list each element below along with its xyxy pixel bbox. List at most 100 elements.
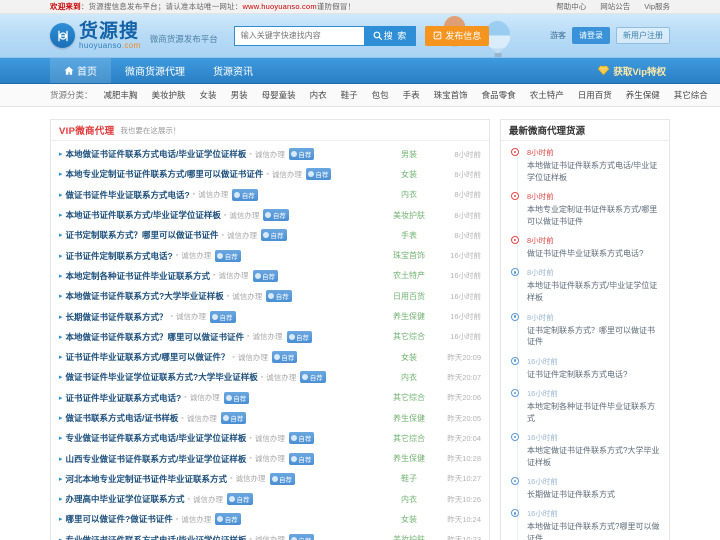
listing-row[interactable]: ▸ 证书证件定制联系方式电话? ▪ 诚信办理 自荐 珠宝首饰 16小时前 <box>51 245 489 265</box>
listing-row[interactable]: ▸ 专业做证书证件联系方式电话/毕业证学位证样板 ▪ 诚信办理 自荐 其它综合 昨天20:0… <box>51 428 489 448</box>
listing-badge[interactable]: 自荐 <box>288 533 315 540</box>
listing-title[interactable]: 证书证件毕业证联系方式电话? <box>66 392 182 404</box>
category-item-8[interactable]: 手表 <box>396 89 427 101</box>
category-item-9[interactable]: 珠宝首饰 <box>427 89 475 101</box>
category-item-13[interactable]: 养生保健 <box>619 89 667 101</box>
timeline-item[interactable]: 8小时前 做证书证件毕业证联系方式电话? <box>511 235 661 260</box>
listing-category[interactable]: 养生保健 <box>383 453 435 464</box>
timeline-item[interactable]: 16小时前 长期做证书证件联系方式 <box>511 476 661 501</box>
timeline-text[interactable]: 证书定制联系方式？哪里可以做证书证件 <box>527 326 655 347</box>
listing-row[interactable]: ▸ 证书定制联系方式？哪里可以做证书证件 ▪ 诚信办理 自荐 手表 8小时前 <box>51 225 489 245</box>
site-notice-link[interactable]: 网站公告 <box>600 1 630 12</box>
timeline-item[interactable]: 8小时前 证书定制联系方式？哪里可以做证书证件 <box>511 312 661 349</box>
listing-badge[interactable]: 自荐 <box>223 391 250 404</box>
category-item-10[interactable]: 食品零食 <box>475 89 523 101</box>
listing-row[interactable]: ▸ 本地做证书证件联系方式电话/毕业证学位证样板 ▪ 诚信办理 自荐 男装 8小时前 <box>51 144 489 164</box>
timeline-item[interactable]: 16小时前 证书证件定制联系方式电话? <box>511 356 661 381</box>
listing-badge[interactable]: 自荐 <box>288 148 315 161</box>
listing-title[interactable]: 专业做证书证件联系方式电话/毕业证学位证样板 <box>66 432 247 444</box>
listing-row[interactable]: ▸ 哪里可以做证件?做证书证件 ▪ 诚信办理 自荐 女装 昨天10:24 <box>51 509 489 529</box>
help-center-link[interactable]: 帮助中心 <box>556 1 586 12</box>
listing-category[interactable]: 其它综合 <box>383 392 435 403</box>
timeline-item[interactable]: 16小时前 本地定制各种证书证件毕业证联系方式 <box>511 388 661 425</box>
category-item-5[interactable]: 内衣 <box>303 89 334 101</box>
listing-category[interactable]: 手表 <box>383 230 435 241</box>
listing-badge[interactable]: 自荐 <box>220 412 247 424</box>
timeline-item[interactable]: 16小时前 本地定做证书证件联系方式?大学毕业证样板 <box>511 432 661 469</box>
listing-row[interactable]: ▸ 做证书证件毕业证学位证联系方式?大学毕业证样板 ▪ 诚信办理 自荐 内衣 昨天20:07 <box>51 367 489 387</box>
timeline-text[interactable]: 证书证件定制联系方式电话? <box>527 370 627 379</box>
timeline-text[interactable]: 本地做证书证件联系方式?哪里可以做证件 <box>527 522 659 540</box>
category-item-2[interactable]: 女装 <box>193 89 224 101</box>
search-button[interactable]: 搜 索 <box>363 25 417 46</box>
listing-category[interactable]: 女装 <box>383 169 435 180</box>
listing-category[interactable]: 内衣 <box>383 372 435 383</box>
listing-row[interactable]: ▸ 做证书证件毕业证联系方式电话? ▪ 诚信办理 自荐 内衣 8小时前 <box>51 185 489 205</box>
category-item-12[interactable]: 日用百货 <box>571 89 619 101</box>
listing-title[interactable]: 办理高中毕业证学位证联系方式 <box>66 493 185 505</box>
listing-category[interactable]: 养生保健 <box>383 413 435 424</box>
listing-category[interactable]: 内衣 <box>383 494 435 505</box>
listing-title[interactable]: 山西专业做证书证件联系方式/毕业证学位证样板 <box>66 453 247 465</box>
timeline-item[interactable]: 16小时前 本地做证书证件联系方式?哪里可以做证件 <box>511 508 661 540</box>
listing-title[interactable]: 做证书证件毕业证联系方式电话? <box>66 189 190 201</box>
listing-title[interactable]: 河北本地专业定制证书证件毕业证联系方式 <box>66 473 228 485</box>
listing-category[interactable]: 女装 <box>383 352 435 363</box>
listing-category[interactable]: 男装 <box>383 149 435 160</box>
listing-category[interactable]: 农土特产 <box>383 270 435 281</box>
listing-row[interactable]: ▸ 办理高中毕业证学位证联系方式 ▪ 诚信办理 自荐 内衣 昨天10:26 <box>51 489 489 509</box>
category-item-7[interactable]: 包包 <box>365 89 396 101</box>
listing-badge[interactable]: 自荐 <box>210 310 236 323</box>
timeline-item[interactable]: 8小时前 本地证书证件联系方式/毕业证学位证样板 <box>511 267 661 304</box>
listing-category[interactable]: 日用百货 <box>383 291 435 302</box>
listing-badge[interactable]: 自荐 <box>288 432 315 445</box>
timeline-text[interactable]: 本地做证书证件联系方式电话/毕业证学位证样板 <box>527 161 657 182</box>
timeline-item[interactable]: 8小时前 本地专业定制证书证件联系方式/哪里可以做证书证件 <box>511 191 661 228</box>
listing-badge[interactable]: 自荐 <box>288 452 315 465</box>
vip-service-link[interactable]: Vip服务 <box>644 1 670 12</box>
listing-category[interactable]: 其它综合 <box>383 331 435 342</box>
category-item-1[interactable]: 美妆护肤 <box>145 89 193 101</box>
vip-agency-panel-subtitle[interactable]: 我也要在这展示！ <box>120 125 180 136</box>
listing-badge[interactable]: 自荐 <box>300 371 326 384</box>
timeline-text[interactable]: 长期做证书证件联系方式 <box>527 490 615 499</box>
timeline-item[interactable]: 8小时前 本地做证书证件联系方式电话/毕业证学位证样板 <box>511 147 661 184</box>
search-input-wrapper[interactable] <box>233 25 364 46</box>
listing-title[interactable]: 本地做证书证件联系方式？哪里可以做证书证件 <box>66 331 245 343</box>
login-button[interactable]: 请登录 <box>572 27 610 44</box>
listing-title[interactable]: 专业做证书证件联系方式电话/毕业证学位证样板 <box>66 534 247 540</box>
listing-badge[interactable]: 自荐 <box>215 513 241 526</box>
register-button[interactable]: 新用户注册 <box>616 27 670 44</box>
vip-privilege-button[interactable]: 获取Vip特权 <box>597 64 670 78</box>
listing-category[interactable]: 养生保健 <box>383 311 435 322</box>
timeline-text[interactable]: 做证书证件毕业证联系方式电话? <box>527 249 643 258</box>
category-item-0[interactable]: 减肥丰胸 <box>97 89 145 101</box>
listing-row[interactable]: ▸ 山西专业做证书证件联系方式/毕业证学位证样板 ▪ 诚信办理 自荐 养生保健 昨天10:2… <box>51 448 489 468</box>
nav-item-news[interactable]: 货源资讯 <box>199 58 267 83</box>
category-item-4[interactable]: 母婴童装 <box>255 89 303 101</box>
listing-category[interactable]: 内衣 <box>383 189 435 200</box>
listing-row[interactable]: ▸专业做证书证件联系方式电话/毕业证学位证样板▪诚信办理 自荐 美妆护肤 昨天10:2… <box>51 530 489 540</box>
listing-badge[interactable]: 自荐 <box>286 330 313 343</box>
listing-row[interactable]: ▸ 长期做证书证件联系方式？ ▪ 诚信办理 自荐 养生保健 16小时前 <box>51 306 489 326</box>
listing-badge[interactable]: 自荐 <box>232 188 258 201</box>
category-item-6[interactable]: 鞋子 <box>334 89 365 101</box>
listing-title[interactable]: 证书证件定制联系方式电话? <box>66 250 173 262</box>
timeline-text[interactable]: 本地定制各种证书证件毕业证联系方式 <box>527 402 655 423</box>
listing-badge[interactable]: 自荐 <box>266 290 292 303</box>
listing-category[interactable]: 其它综合 <box>383 433 435 444</box>
listing-title[interactable]: 本地做证书证件联系方式?大学毕业证样板 <box>66 290 224 302</box>
category-item-11[interactable]: 农土特产 <box>523 89 571 101</box>
listing-row[interactable]: ▸ 本地证书证件联系方式/毕业证学位证样板 ▪ 诚信办理 自荐 美妆护肤 8小时前 <box>51 205 489 225</box>
site-logo[interactable]: 货源搜 huoyuanso.com 微商货源发布平台 <box>50 22 218 50</box>
search-input[interactable] <box>240 31 358 40</box>
listing-row[interactable]: ▸ 做证书联系方式电话/证书样板 ▪ 诚信办理 自荐 养生保健 昨天20:05 <box>51 408 489 428</box>
listing-badge[interactable]: 自荐 <box>252 269 279 282</box>
listing-badge[interactable]: 自荐 <box>215 249 241 262</box>
category-item-14[interactable]: 其它综合 <box>667 89 715 101</box>
listing-row[interactable]: ▸ 本地专业定制证书证件联系方式/哪里可以做证书证件 ▪ 诚信办理 自荐 女装 8小时前 <box>51 164 489 184</box>
listing-category[interactable]: 珠宝首饰 <box>383 250 435 261</box>
listing-badge[interactable]: 自荐 <box>269 472 296 485</box>
timeline-text[interactable]: 本地专业定制证书证件联系方式/哪里可以做证书证件 <box>527 205 657 226</box>
listing-category[interactable]: 女装 <box>383 514 435 525</box>
